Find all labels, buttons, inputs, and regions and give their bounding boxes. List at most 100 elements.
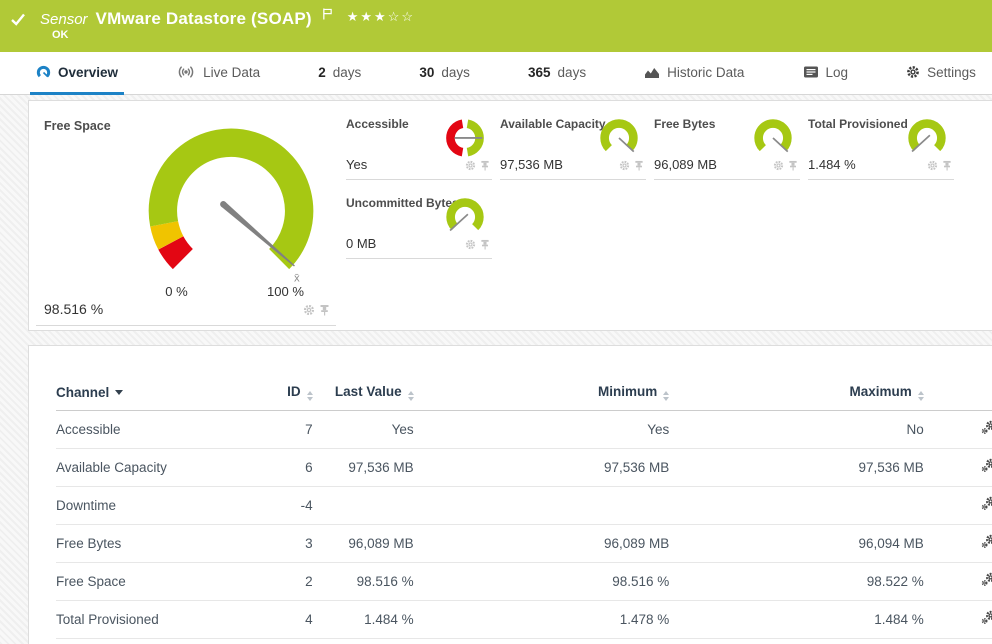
tab-label: Overview bbox=[58, 65, 118, 80]
pin-icon[interactable] bbox=[480, 158, 490, 176]
pin-icon[interactable] bbox=[634, 158, 644, 176]
column-header-last-value[interactable]: Last Value bbox=[313, 376, 414, 411]
tab-365-days[interactable]: 365 days bbox=[522, 52, 592, 95]
column-header-maximum[interactable]: Maximum bbox=[669, 376, 924, 411]
column-label: Channel bbox=[56, 385, 109, 400]
channel-id: 5 bbox=[268, 639, 312, 644]
tab-label: days bbox=[441, 65, 470, 80]
table-row: Available Capacity 6 97,536 MB 97,536 MB… bbox=[56, 449, 992, 487]
free-bytes-gauge-dial bbox=[750, 115, 796, 159]
gear-icon[interactable] bbox=[773, 158, 784, 176]
tab-label: Log bbox=[826, 65, 849, 80]
channel-settings-icon[interactable] bbox=[981, 534, 992, 552]
channel-last-value: 0 MB bbox=[313, 639, 414, 644]
tab-historic-data[interactable]: Historic Data bbox=[638, 52, 750, 95]
channel-maximum: 97,536 MB bbox=[669, 449, 924, 487]
table-row: Free Bytes 3 96,089 MB 96,089 MB 96,094 … bbox=[56, 525, 992, 563]
channel-settings-icon[interactable] bbox=[981, 496, 992, 514]
gauge-available-capacity: Available Capacity 97,536 MB bbox=[500, 107, 646, 180]
channel-name: Free Space bbox=[56, 563, 268, 601]
channel-settings-icon[interactable] bbox=[981, 572, 992, 590]
column-header-id[interactable]: ID bbox=[268, 376, 312, 411]
gear-icon[interactable] bbox=[465, 237, 476, 255]
tab-log[interactable]: Log bbox=[797, 52, 855, 95]
gauge-value: 96,089 MB bbox=[654, 157, 717, 172]
gear-icon[interactable] bbox=[465, 158, 476, 176]
favorite-flag-icon[interactable] bbox=[322, 7, 333, 26]
tab-label: days bbox=[558, 65, 587, 80]
channel-maximum: No bbox=[669, 411, 924, 449]
channel-minimum: 96,089 MB bbox=[414, 525, 670, 563]
gear-icon[interactable] bbox=[619, 158, 630, 176]
tab-live-data[interactable]: Live Data bbox=[170, 52, 266, 95]
gauge-label: Available Capacity bbox=[500, 117, 606, 131]
gear-icon bbox=[906, 65, 920, 79]
pin-icon[interactable] bbox=[319, 303, 330, 321]
total-provisioned-gauge-dial bbox=[904, 115, 950, 159]
accessible-gauge-dial bbox=[442, 115, 488, 159]
gauge-uncommitted-bytes: Uncommitted Bytes 0 MB bbox=[346, 186, 492, 259]
column-label: Last Value bbox=[335, 384, 402, 399]
channel-maximum: 0 MB bbox=[669, 639, 924, 644]
channel-minimum: 0 MB bbox=[414, 639, 670, 644]
object-kind-label: Sensor bbox=[40, 11, 88, 28]
gauges-panel: Free Space x̄ 0 % 100 % 98.516 % Accessi… bbox=[28, 100, 992, 331]
tab-2-days[interactable]: 2 days bbox=[312, 52, 367, 95]
column-header-minimum[interactable]: Minimum bbox=[414, 376, 670, 411]
page-title: VMware Datastore (SOAP) bbox=[96, 9, 312, 29]
pin-icon[interactable] bbox=[942, 158, 952, 176]
tab-number: 2 bbox=[318, 65, 326, 80]
gauge-icon bbox=[36, 65, 51, 80]
channel-name: Accessible bbox=[56, 411, 268, 449]
channel-settings-icon[interactable] bbox=[981, 610, 992, 628]
column-label: Minimum bbox=[598, 384, 657, 399]
gauge-value: 98.516 % bbox=[44, 301, 103, 317]
gauge-value: 97,536 MB bbox=[500, 157, 563, 172]
channel-minimum: 98.516 % bbox=[414, 563, 670, 601]
channel-last-value: 97,536 MB bbox=[313, 449, 414, 487]
status-badge: OK bbox=[52, 29, 69, 41]
channel-last-value: Yes bbox=[313, 411, 414, 449]
pin-icon[interactable] bbox=[480, 237, 490, 255]
channels-panel: Channel ID Last Value Minimum Maximum Ac… bbox=[28, 345, 992, 644]
table-row: Total Provisioned 4 1.484 % 1.478 % 1.48… bbox=[56, 601, 992, 639]
table-row: Free Space 2 98.516 % 98.516 % 98.522 % bbox=[56, 563, 992, 601]
column-header-actions bbox=[924, 376, 992, 411]
gauge-value: Yes bbox=[346, 157, 367, 172]
scale-max-label: 100 % bbox=[267, 284, 304, 299]
log-list-icon bbox=[803, 65, 819, 79]
channels-table: Channel ID Last Value Minimum Maximum Ac… bbox=[56, 376, 992, 644]
tab-settings[interactable]: Settings bbox=[900, 52, 982, 95]
channel-settings-icon[interactable] bbox=[981, 458, 992, 476]
tab-30-days[interactable]: 30 days bbox=[413, 52, 476, 95]
gear-icon[interactable] bbox=[927, 158, 938, 176]
channel-minimum: Yes bbox=[414, 411, 670, 449]
channel-maximum bbox=[669, 487, 924, 525]
column-label: Maximum bbox=[850, 384, 912, 399]
sort-icon bbox=[918, 391, 924, 401]
pin-icon[interactable] bbox=[788, 158, 798, 176]
channel-settings-icon[interactable] bbox=[981, 420, 992, 438]
gauge-value: 0 MB bbox=[346, 236, 376, 251]
mini-gauges: Accessible Yes Available Capacity bbox=[346, 107, 954, 330]
gear-icon[interactable] bbox=[303, 303, 315, 321]
gauge-total-provisioned: Total Provisioned 1.484 % bbox=[808, 107, 954, 180]
channel-name: Free Bytes bbox=[56, 525, 268, 563]
sort-icon bbox=[307, 391, 313, 401]
gauge-accessible: Accessible Yes bbox=[346, 107, 492, 180]
sort-icon bbox=[663, 391, 669, 401]
gauge-free-bytes: Free Bytes 96,089 MB bbox=[654, 107, 800, 180]
column-header-channel[interactable]: Channel bbox=[56, 376, 268, 411]
gauge-value: 1.484 % bbox=[808, 157, 856, 172]
channel-id: 6 bbox=[268, 449, 312, 487]
gauge-label: Total Provisioned bbox=[808, 117, 908, 131]
channel-minimum bbox=[414, 487, 670, 525]
tab-overview[interactable]: Overview bbox=[30, 52, 124, 95]
priority-stars[interactable]: ★★★☆☆ bbox=[347, 9, 415, 25]
tab-bar: Overview Live Data 2 days 30 days 365 da… bbox=[0, 52, 992, 95]
average-marker: x̄ bbox=[294, 272, 300, 284]
sort-desc-icon bbox=[115, 390, 123, 395]
gauge-free-space: Free Space x̄ 0 % 100 % 98.516 % bbox=[36, 107, 336, 326]
status-check-icon bbox=[10, 12, 26, 27]
tab-label: Live Data bbox=[203, 65, 260, 80]
